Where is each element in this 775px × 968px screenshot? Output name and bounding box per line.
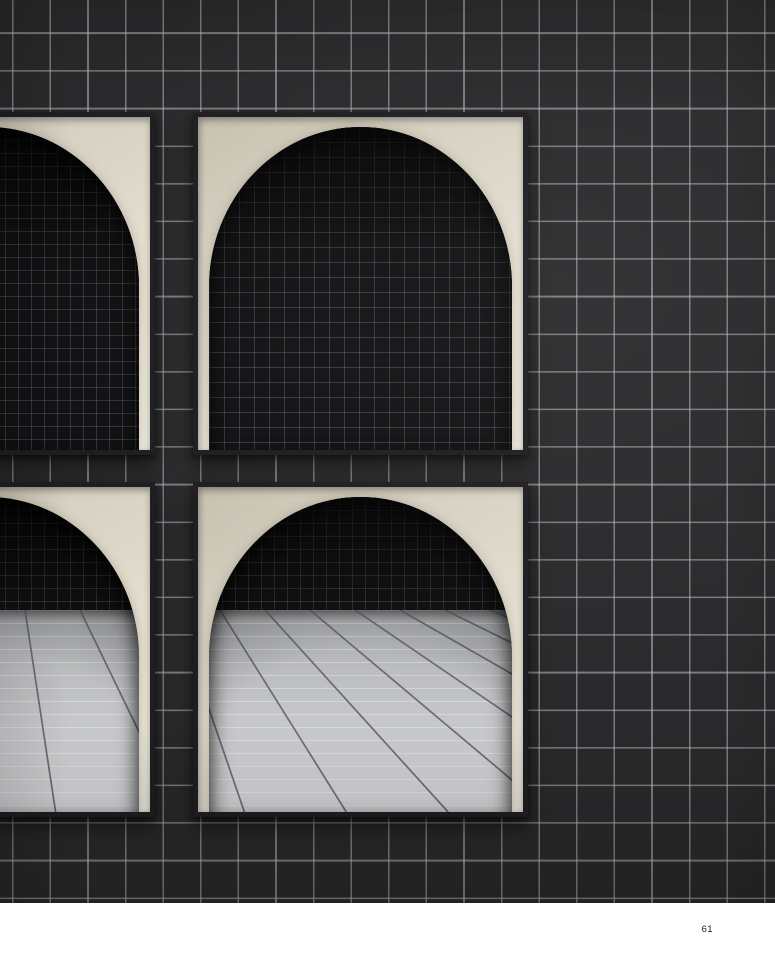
floor-plank-line [80, 610, 139, 812]
arch-surround [198, 487, 523, 812]
arch-opening [209, 497, 512, 812]
artwork-render [0, 0, 775, 903]
floor-plank-lines [209, 610, 512, 812]
arch-panel-bottom-left [0, 482, 155, 817]
floor-plank-line [490, 610, 512, 812]
plank-floor [209, 610, 512, 812]
floor-plank-line [265, 610, 448, 812]
arch-surround [0, 117, 150, 450]
floor-plank-line [25, 610, 56, 812]
arch-panel-bottom-center [193, 482, 528, 817]
room-back-wall [209, 497, 512, 610]
floor-plank-line [400, 610, 512, 812]
plank-floor [0, 610, 139, 812]
floor-plank-line [310, 610, 512, 812]
arch-surround [0, 487, 150, 812]
arch-opening [209, 127, 512, 450]
floor-plank-lines [0, 610, 139, 812]
page-number: 61 [702, 924, 713, 936]
arch-panel-top-left [0, 112, 155, 455]
book-page: 61 [0, 0, 775, 968]
arch-opening [0, 127, 139, 450]
page-footer: 61 [0, 903, 775, 968]
room-back-wall [0, 127, 139, 450]
arch-surround [198, 117, 523, 450]
room-back-wall [209, 127, 512, 450]
floor-plank-line [135, 610, 139, 812]
room-back-wall [0, 497, 139, 610]
arch-opening [0, 497, 139, 812]
floor-plank-line [355, 610, 512, 812]
floor-plank-line [220, 610, 346, 812]
arch-panel-top-right [193, 112, 528, 455]
